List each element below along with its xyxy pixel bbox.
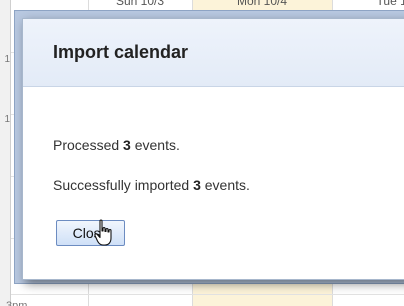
hand-pointer-icon: [94, 219, 112, 246]
imported-suffix: events.: [204, 177, 250, 193]
calendar-view: Sun 10/3 Mon 10/4 Tue 10/5 1 1 3pm Impor…: [0, 0, 404, 306]
time-label-3pm: 3pm: [6, 300, 28, 306]
processed-message: Processed 3 events.: [53, 137, 180, 153]
processed-suffix: events.: [134, 137, 180, 153]
day-header-tue[interactable]: Tue 10/5: [370, 0, 404, 8]
day-header-mon[interactable]: Mon 10/4: [222, 0, 302, 8]
import-calendar-dialog: Import calendar Processed 3 events. Succ…: [22, 18, 404, 280]
close-button[interactable]: Close: [56, 220, 125, 246]
imported-count: 3: [193, 177, 201, 193]
imported-prefix: Successfully imported: [53, 177, 190, 193]
dialog-header: Import calendar: [23, 19, 404, 87]
hour-row: [0, 294, 404, 295]
processed-prefix: Processed: [53, 137, 120, 153]
dialog-title: Import calendar: [53, 42, 189, 62]
day-header-sun[interactable]: Sun 10/3: [100, 0, 180, 8]
hour-mark: 1: [4, 114, 10, 125]
time-gutter: [0, 0, 11, 306]
processed-count: 3: [123, 137, 131, 153]
imported-message: Successfully imported 3 events.: [53, 177, 250, 193]
hour-mark: 1: [4, 54, 10, 65]
